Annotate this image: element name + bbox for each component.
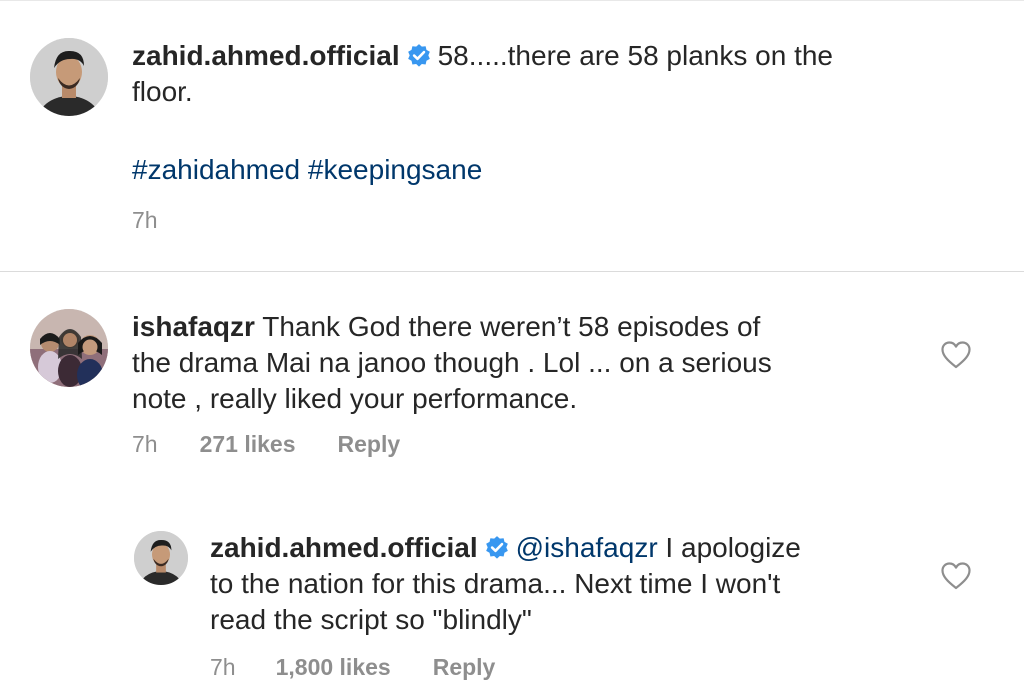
post-author-avatar[interactable] <box>30 38 108 116</box>
comment-line1: Thank God there weren’t 58 episodes of <box>262 311 761 342</box>
reply-likes-count[interactable]: 1,800 likes <box>276 654 391 681</box>
post-hashtags[interactable]: #zahidahmed #keepingsane <box>132 152 482 188</box>
reply-author-avatar[interactable] <box>134 531 188 585</box>
reply-line3: read the script so "blindly" <box>210 604 532 635</box>
caption-divider <box>0 271 1024 272</box>
top-border <box>0 0 1024 1</box>
comment-likes-count[interactable]: 271 likes <box>200 431 296 458</box>
reply-meta: 7h 1,800 likes Reply <box>210 654 495 681</box>
post-text-line1: 58.....there are 58 planks on the <box>437 40 833 71</box>
comment-text: ishafaqzr Thank God there weren’t 58 epi… <box>132 309 932 417</box>
reply-timestamp: 7h <box>210 654 236 680</box>
reply-text: zahid.ahmed.official @ishafaqzr I apologi… <box>210 530 930 638</box>
heart-outline-icon[interactable] <box>941 341 971 369</box>
comment-username[interactable]: ishafaqzr <box>132 311 255 342</box>
post-text-line2: floor. <box>132 76 193 107</box>
comments-screen: zahid.ahmed.official 58.....there are 58 … <box>0 0 1024 693</box>
reply-line2: to the nation for this drama... Next tim… <box>210 568 781 599</box>
comment-reply-button[interactable]: Reply <box>338 431 401 458</box>
verified-badge-icon <box>406 43 432 69</box>
comment-line3: note , really liked your performance. <box>132 383 578 414</box>
post-meta: 7h <box>132 207 158 234</box>
comment-timestamp: 7h <box>132 431 158 457</box>
reply-reply-button[interactable]: Reply <box>433 654 496 681</box>
reply-mention-link[interactable]: @ishafaqzr <box>516 532 658 563</box>
heart-outline-icon[interactable] <box>941 562 971 590</box>
post-caption: zahid.ahmed.official 58.....there are 58 … <box>132 38 992 110</box>
commenter-avatar[interactable] <box>30 309 108 387</box>
verified-badge-icon <box>484 535 510 561</box>
comment-meta: 7h 271 likes Reply <box>132 431 400 458</box>
comment-line2: the drama Mai na janoo though . Lol ... … <box>132 347 772 378</box>
reply-username[interactable]: zahid.ahmed.official <box>210 532 478 563</box>
post-username[interactable]: zahid.ahmed.official <box>132 40 400 71</box>
reply-line1: I apologize <box>657 532 801 563</box>
post-timestamp: 7h <box>132 207 158 233</box>
